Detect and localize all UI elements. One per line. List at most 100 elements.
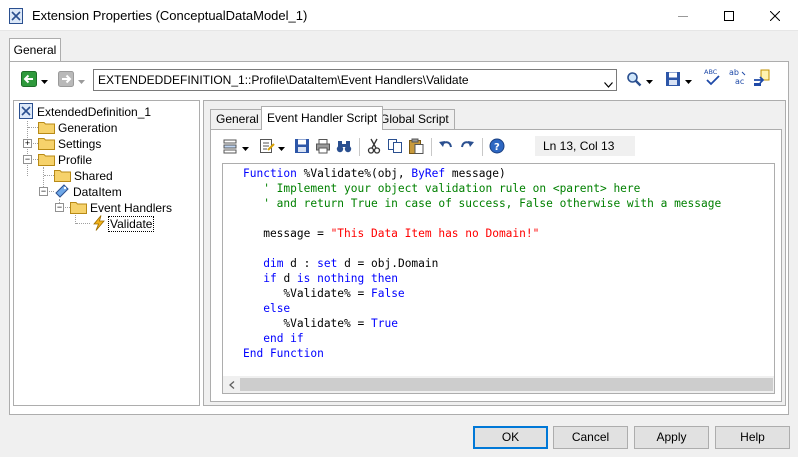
tree-item-label: Event Handlers (90, 201, 173, 215)
spellcheck-icon: ABC (704, 67, 722, 90)
code-line-10: else (263, 302, 291, 315)
tab-general-label: General (13, 43, 57, 57)
spellcheck-button[interactable]: ABC (704, 68, 722, 88)
find-button[interactable] (626, 70, 653, 90)
script-editor[interactable]: Function %Validate%(obj, ByRef message) … (222, 163, 775, 394)
toolbar-separator (431, 138, 432, 156)
code-line-9: %Validate% = False (243, 287, 405, 300)
find-dropdown-icon (646, 73, 653, 87)
path-combobox[interactable]: EXTENDEDDEFINITION_1::Profile\DataItem\E… (93, 69, 617, 91)
tab-general[interactable]: General (9, 38, 61, 62)
collapse-profile-toggle[interactable]: − (23, 155, 32, 164)
cancel-button[interactable]: Cancel (553, 426, 628, 449)
insert-list-icon (223, 138, 239, 157)
tree-item-label: Generation (58, 121, 118, 135)
cut-button[interactable] (365, 138, 383, 156)
save-script-button[interactable] (293, 138, 311, 156)
tree-item-extended-definition[interactable]: ExtendedDefinition_1 (18, 102, 152, 120)
script-help-button[interactable]: ? (488, 138, 506, 156)
definition-tree[interactable]: + − − − ExtendedDefinition_1 Generation … (13, 100, 200, 406)
redo-button[interactable] (458, 138, 476, 156)
undo-button[interactable] (437, 138, 455, 156)
export-button[interactable] (753, 69, 771, 89)
replace-button[interactable]: ab ac (729, 68, 747, 88)
tree-item-generation[interactable]: Generation (38, 120, 117, 136)
path-value: EXTENDEDDEFINITION_1::Profile\DataItem\E… (98, 73, 469, 87)
forward-arrow-icon (58, 70, 74, 90)
scrollbar-thumb[interactable] (240, 378, 773, 391)
tree-item-label: Profile (58, 153, 93, 167)
help-button[interactable]: Help (715, 426, 790, 449)
lightning-icon (92, 214, 106, 234)
export-icon (753, 69, 771, 90)
tab-label: Global Script (380, 112, 449, 126)
copy-icon (387, 138, 403, 157)
collapse-event-handlers-toggle[interactable]: − (55, 203, 64, 212)
tree-connector (28, 127, 38, 128)
magnifier-icon (626, 71, 642, 90)
chevron-down-icon[interactable] (604, 77, 613, 91)
forward-button[interactable] (58, 70, 85, 90)
code-line-2: ' Implement your object validation rule … (243, 182, 641, 195)
toolbar-separator (359, 138, 360, 156)
tree-item-label: ExtendedDefinition_1 (37, 105, 152, 119)
tree-item-label: Shared (74, 169, 113, 183)
window-title: Extension Properties (ConceptualDataMode… (32, 8, 308, 23)
tree-connector (27, 121, 28, 176)
clipboard-icon (408, 138, 424, 157)
binoculars-icon (336, 138, 352, 157)
edit-menu-button[interactable] (257, 138, 287, 156)
code-line-3: ' and return True in case of success, Fa… (243, 197, 722, 210)
horizontal-scrollbar[interactable] (223, 376, 774, 393)
code-line-11: %Validate% = True (243, 317, 398, 330)
save-dropdown-icon (685, 73, 692, 87)
svg-text:ab: ab (729, 68, 739, 77)
folder-icon (70, 200, 87, 217)
tree-item-profile[interactable]: Profile (38, 152, 92, 168)
title-bar: Extension Properties (ConceptualDataMode… (0, 0, 798, 31)
tab-label: General (216, 112, 259, 126)
ok-button[interactable]: OK (473, 426, 548, 449)
dropdown-arrow-icon (242, 140, 249, 154)
redo-icon (459, 138, 475, 157)
tab-label: Event Handler Script (267, 111, 378, 125)
scroll-left-icon[interactable] (223, 376, 240, 393)
print-button[interactable] (314, 138, 332, 156)
toolbar-separator (482, 138, 483, 156)
copy-button[interactable] (386, 138, 404, 156)
back-arrow-icon (21, 70, 37, 90)
tab-event-handler-script[interactable]: Event Handler Script (261, 106, 384, 130)
tree-connector (44, 175, 54, 176)
tree-item-event-handlers[interactable]: Event Handlers (70, 200, 172, 216)
expand-settings-toggle[interactable]: + (23, 139, 32, 148)
find-script-button[interactable] (335, 138, 353, 156)
edit-document-icon (259, 138, 275, 157)
folder-icon (38, 120, 55, 137)
svg-text:?: ? (494, 142, 500, 153)
data-item-icon (54, 183, 70, 202)
tree-item-validate[interactable]: Validate (92, 214, 155, 234)
maximize-button[interactable] (706, 0, 752, 31)
minimize-button[interactable] (660, 0, 706, 31)
find-replace-icon: ab ac (729, 67, 747, 90)
insert-menu-button[interactable] (221, 138, 251, 156)
apply-button[interactable]: Apply (634, 426, 709, 449)
dropdown-arrow-icon (278, 140, 285, 154)
printer-icon (315, 138, 331, 157)
extension-file-icon (8, 8, 24, 24)
tree-item-dataitem[interactable]: DataItem (54, 183, 122, 202)
save-menu-button[interactable] (665, 70, 692, 90)
code-line-13: End Function (243, 347, 324, 360)
svg-text:ABC: ABC (704, 68, 718, 76)
tree-item-settings[interactable]: Settings (38, 136, 101, 152)
back-button[interactable] (21, 70, 48, 90)
collapse-dataitem-toggle[interactable]: − (39, 187, 48, 196)
paste-button[interactable] (407, 138, 425, 156)
back-dropdown-icon (41, 73, 48, 87)
tab-general-inner[interactable]: General (210, 109, 265, 129)
code-line-7: dim d : set d = obj.Domain (263, 257, 439, 270)
scissors-icon (366, 138, 382, 157)
tab-global-script[interactable]: Global Script (374, 109, 455, 129)
close-button[interactable] (752, 0, 798, 31)
code-line-8: if d is nothing then (263, 272, 398, 285)
